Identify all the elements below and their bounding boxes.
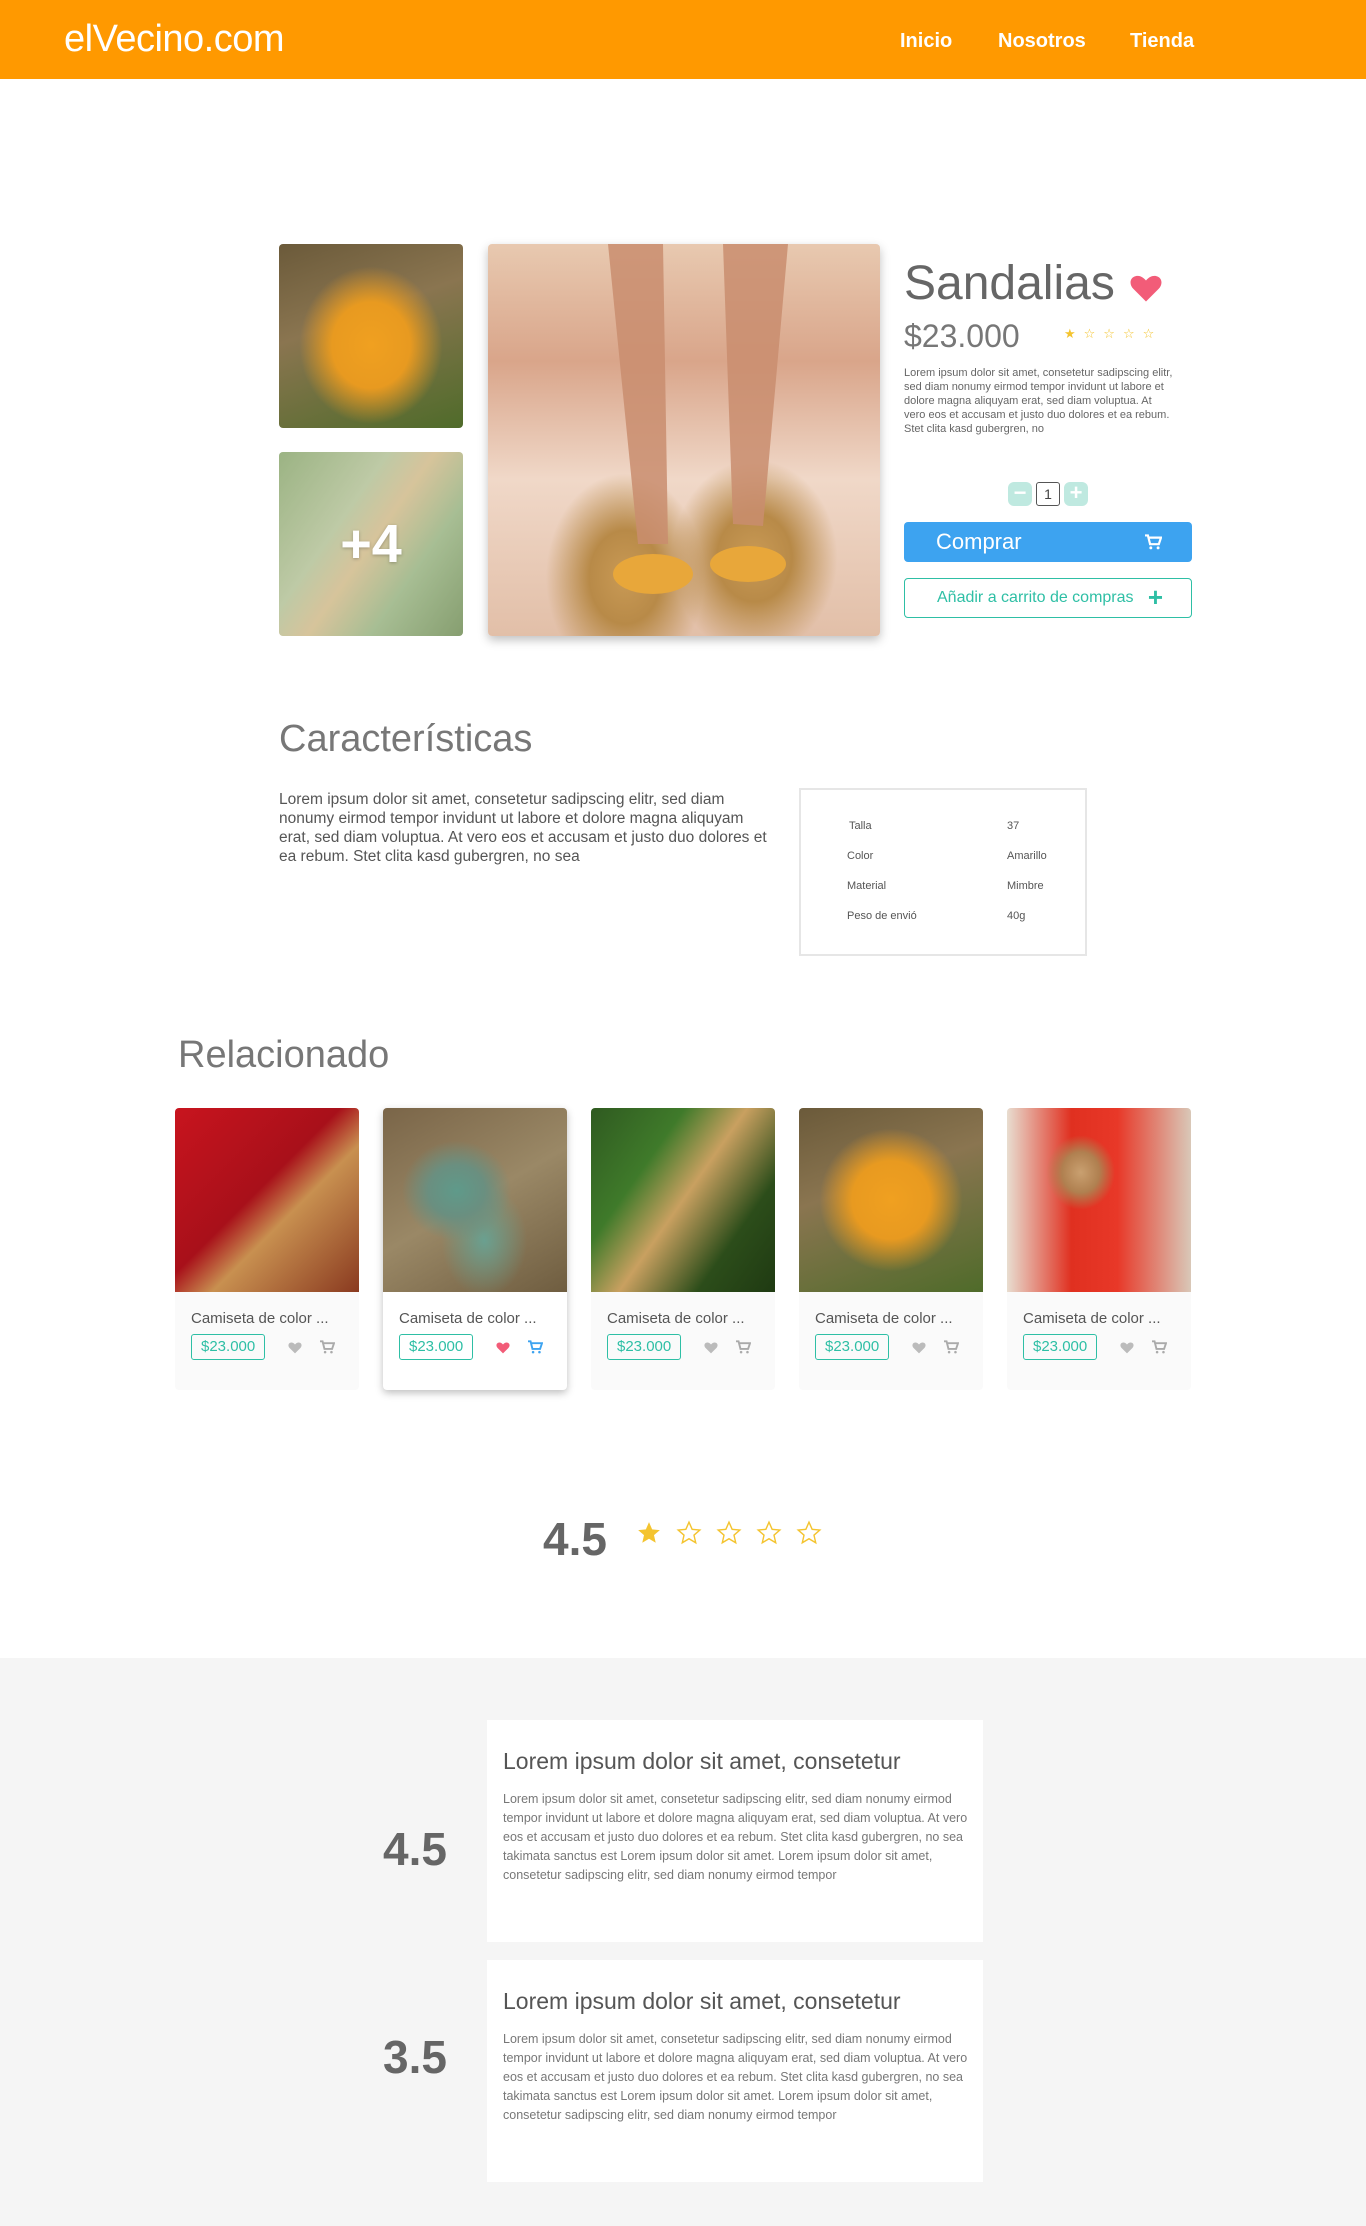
cart-icon — [1145, 534, 1162, 550]
related-product-name: Camiseta de color ... — [191, 1310, 329, 1327]
heart-icon[interactable] — [703, 1340, 719, 1354]
characteristics-text: Lorem ipsum dolor sit amet, consetetur s… — [279, 791, 767, 865]
add-to-cart-button[interactable]: Añadir a carrito de compras + — [904, 578, 1192, 618]
star-empty-icon[interactable] — [756, 1520, 782, 1546]
spec-value: 40g — [1007, 910, 1026, 922]
related-product-card[interactable]: Camiseta de color ... $23.000 — [591, 1108, 775, 1390]
product-main-image-art — [608, 244, 788, 594]
product-description: Lorem ipsum dolor sit amet, consetetur s… — [904, 367, 1173, 435]
related-product-price[interactable]: $23.000 — [607, 1334, 682, 1360]
star-filled-icon[interactable] — [636, 1520, 662, 1546]
qty-increase-button[interactable]: + — [1064, 482, 1088, 506]
related-product-name: Camiseta de color ... — [399, 1310, 537, 1327]
review-body: Lorem ipsum dolor sit amet, consetetur s… — [503, 1792, 968, 1882]
overall-rating-value: 4.5 — [543, 1513, 607, 1565]
related-product-image — [383, 1108, 567, 1292]
more-photos-count: +4 — [279, 452, 463, 636]
top-navbar: elVecino.com Inicio Nosotros Tienda — [0, 0, 1366, 79]
heart-icon[interactable] — [911, 1340, 927, 1354]
add-to-cart-label: Añadir a carrito de compras — [937, 589, 1134, 606]
star-empty-icon[interactable] — [676, 1520, 702, 1546]
spec-table: Talla 37 Color Amarillo Material Mimbre … — [799, 788, 1087, 956]
related-product-image — [175, 1108, 359, 1292]
favorite-heart-icon[interactable] — [1128, 270, 1164, 306]
buy-button-label: Comprar — [936, 529, 1022, 554]
heart-icon[interactable] — [287, 1340, 303, 1354]
spec-key: Talla — [849, 820, 872, 832]
review-body: Lorem ipsum dolor sit amet, consetetur s… — [503, 2032, 968, 2122]
cart-icon[interactable] — [319, 1340, 335, 1354]
related-title: Relacionado — [178, 1034, 390, 1076]
cart-icon[interactable] — [527, 1340, 543, 1354]
related-product-card[interactable]: Camiseta de color ... $23.000 — [383, 1108, 567, 1390]
heart-icon[interactable] — [495, 1340, 511, 1354]
nav-link-tienda[interactable]: Tienda — [1130, 30, 1194, 53]
heart-icon[interactable] — [1119, 1340, 1135, 1354]
cart-icon[interactable] — [943, 1340, 959, 1354]
related-product-image — [591, 1108, 775, 1292]
review-card: Lorem ipsum dolor sit amet, consetetur L… — [487, 1720, 983, 1942]
qty-value[interactable]: 1 — [1036, 482, 1060, 506]
spec-key: Material — [847, 880, 887, 892]
product-thumbnail-1[interactable] — [279, 244, 463, 428]
star-empty-icon[interactable] — [716, 1520, 742, 1546]
review-card: Lorem ipsum dolor sit amet, consetetur L… — [487, 1960, 983, 2182]
qty-decrease-button[interactable]: − — [1008, 482, 1032, 506]
related-product-image — [1007, 1108, 1191, 1292]
spec-key: Color — [847, 850, 874, 862]
review-score: 3.5 — [383, 2031, 447, 2083]
spec-value: 37 — [1007, 820, 1020, 832]
cart-icon[interactable] — [1151, 1340, 1167, 1354]
related-product-card[interactable]: Camiseta de color ... $23.000 — [175, 1108, 359, 1390]
nav-link-nosotros[interactable]: Nosotros — [998, 30, 1086, 53]
spec-value: Mimbre — [1007, 880, 1044, 892]
buy-button[interactable]: Comprar — [904, 522, 1192, 562]
spec-key: Peso de envió — [847, 910, 917, 922]
related-product-card[interactable]: Camiseta de color ... $23.000 — [799, 1108, 983, 1390]
related-product-image — [799, 1108, 983, 1292]
review-score: 4.5 — [383, 1823, 447, 1875]
related-product-card[interactable]: Camiseta de color ... $23.000 — [1007, 1108, 1191, 1390]
product-main-image — [488, 244, 880, 636]
related-product-name: Camiseta de color ... — [1023, 1310, 1161, 1327]
quantity-stepper: − 1 + — [1008, 482, 1088, 506]
review-title: Lorem ipsum dolor sit amet, consetetur — [503, 1988, 901, 2014]
characteristics-title: Características — [279, 718, 533, 760]
related-product-price[interactable]: $23.000 — [191, 1334, 266, 1360]
star-empty-icon[interactable] — [796, 1520, 822, 1546]
review-title: Lorem ipsum dolor sit amet, consetetur — [503, 1748, 901, 1774]
related-product-name: Camiseta de color ... — [815, 1310, 953, 1327]
product-price: $23.000 — [904, 318, 1020, 354]
related-product-price[interactable]: $23.000 — [399, 1334, 474, 1360]
related-product-price[interactable]: $23.000 — [1023, 1334, 1098, 1360]
related-product-price[interactable]: $23.000 — [815, 1334, 890, 1360]
product-title: Sandalias — [904, 257, 1115, 310]
related-product-name: Camiseta de color ... — [607, 1310, 745, 1327]
nav-link-inicio[interactable]: Inicio — [900, 30, 952, 53]
plus-icon: + — [1147, 582, 1163, 612]
spec-value: Amarillo — [1007, 850, 1047, 862]
product-thumbnail-more[interactable]: +4 — [279, 452, 463, 636]
product-mini-rating: ★☆☆☆☆ — [1064, 326, 1163, 341]
cart-icon[interactable] — [735, 1340, 751, 1354]
rating-stars — [636, 1520, 822, 1546]
site-logo[interactable]: elVecino.com — [64, 18, 285, 61]
